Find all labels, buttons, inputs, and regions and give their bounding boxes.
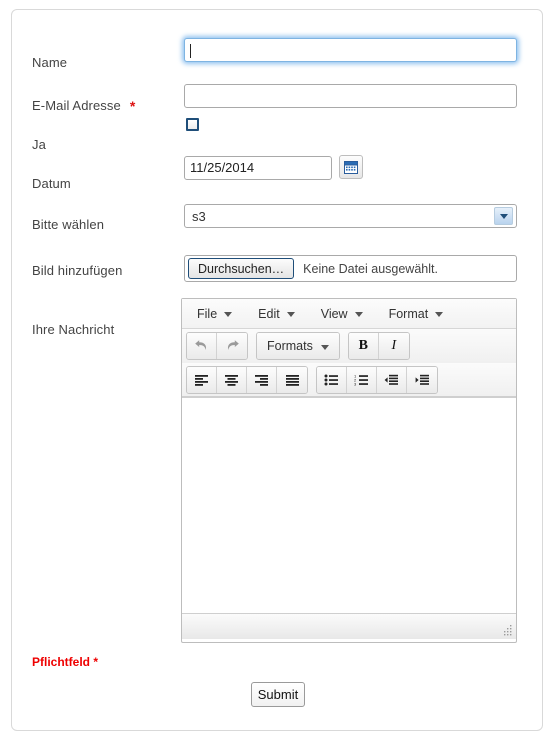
outdent-button[interactable] — [377, 366, 407, 393]
label-ja-text: Ja — [32, 137, 46, 152]
label-datum: Datum — [32, 176, 71, 191]
label-email-text: E-Mail Adresse — [32, 98, 121, 113]
calendar-button[interactable] — [339, 155, 363, 179]
chevron-down-icon — [224, 312, 233, 317]
indent-icon — [415, 374, 429, 385]
editor-toolbar-row-2: 1 2 3 — [182, 363, 516, 397]
label-datum-text: Datum — [32, 176, 71, 191]
chevron-down-icon — [499, 213, 508, 219]
label-email: E-Mail Adresse * — [32, 97, 136, 114]
richtext-editor: File Edit View Format Formats B I 1 2 3 — [181, 298, 517, 643]
select-selected-value: s3 — [192, 208, 206, 224]
date-input[interactable]: 11/25/2014 — [184, 156, 332, 180]
italic-button[interactable]: I — [378, 333, 409, 359]
svg-text:3: 3 — [354, 381, 357, 385]
history-button-group — [186, 332, 248, 360]
align-center-icon — [225, 374, 238, 386]
ja-checkbox[interactable] — [186, 118, 199, 131]
chevron-down-icon — [286, 312, 295, 317]
text-caret — [190, 44, 191, 58]
editor-toolbar-row-1: Formats B I — [182, 329, 516, 363]
menu-edit-label: Edit — [258, 306, 280, 321]
calendar-icon — [344, 161, 358, 174]
file-upload-field[interactable]: Durchsuchen… Keine Datei ausgewählt. — [184, 255, 517, 282]
browse-button[interactable]: Durchsuchen… — [188, 258, 295, 279]
select-arrow-button[interactable] — [494, 207, 513, 225]
date-input-value: 11/25/2014 — [190, 160, 255, 175]
resize-grip-icon[interactable] — [502, 625, 513, 636]
align-left-icon — [195, 374, 208, 386]
menu-view-label: View — [320, 306, 348, 321]
menu-edit[interactable]: Edit — [246, 301, 307, 327]
menu-file-label: File — [197, 306, 218, 321]
editor-menubar: File Edit View Format — [182, 299, 516, 329]
italic-icon: I — [391, 338, 397, 353]
numbered-list-button[interactable]: 1 2 3 — [347, 366, 377, 393]
align-left-button[interactable] — [187, 366, 217, 393]
formats-button-label: Formats — [267, 339, 313, 353]
text-style-button-group: B I — [347, 332, 410, 360]
required-asterisk: * — [129, 98, 136, 114]
form-page: Name E-Mail Adresse * Ja Datum 11/25/2014 — [0, 0, 555, 754]
bold-icon: B — [358, 338, 369, 353]
submit-button[interactable]: Submit — [251, 682, 305, 707]
form-panel: Name E-Mail Adresse * Ja Datum 11/25/2014 — [11, 9, 543, 731]
unordered-list-icon — [324, 374, 338, 385]
label-bitte-waehlen: Bitte wählen — [32, 217, 104, 232]
align-justify-icon — [285, 374, 299, 386]
align-right-button[interactable] — [247, 366, 277, 393]
formats-button[interactable]: Formats — [257, 333, 339, 359]
label-ja: Ja — [32, 137, 46, 152]
editor-content-area[interactable] — [182, 397, 516, 613]
redo-button[interactable] — [217, 333, 247, 359]
redo-icon — [227, 340, 239, 350]
label-bitte-waehlen-text: Bitte wählen — [32, 217, 105, 232]
label-ihre-nachricht: Ihre Nachricht — [32, 322, 114, 337]
alignment-button-group — [186, 365, 308, 394]
file-status-text: Keine Datei ausgewählt. — [303, 261, 438, 276]
list-button-group: 1 2 3 — [316, 365, 438, 394]
menu-file[interactable]: File — [185, 301, 244, 327]
label-name-text: Name — [32, 55, 68, 70]
chevron-down-icon — [354, 312, 363, 317]
align-center-button[interactable] — [217, 366, 247, 393]
select-dropdown[interactable]: s3 — [184, 204, 517, 228]
label-ihre-nachricht-text: Ihre Nachricht — [32, 322, 115, 337]
menu-format[interactable]: Format — [377, 301, 456, 327]
undo-icon — [195, 340, 207, 350]
label-name: Name — [32, 55, 67, 70]
label-bild-hinzufuegen-text: Bild hinzufügen — [32, 263, 123, 278]
formats-button-group: Formats — [256, 332, 340, 360]
name-input[interactable] — [184, 38, 517, 62]
chevron-down-icon — [435, 312, 444, 317]
align-right-icon — [255, 374, 268, 386]
chevron-down-icon — [320, 344, 329, 350]
menu-format-label: Format — [388, 306, 429, 321]
ordered-list-icon: 1 2 3 — [354, 374, 368, 386]
email-input[interactable] — [184, 84, 517, 108]
bold-button[interactable]: B — [348, 333, 379, 359]
menu-view[interactable]: View — [309, 301, 375, 327]
indent-button[interactable] — [407, 366, 437, 393]
editor-statusbar — [182, 613, 516, 639]
align-justify-button[interactable] — [277, 366, 307, 393]
required-field-note: Pflichtfeld * — [32, 655, 99, 669]
label-bild-hinzufuegen: Bild hinzufügen — [32, 263, 122, 278]
undo-button[interactable] — [187, 333, 217, 359]
bullet-list-button[interactable] — [317, 366, 347, 393]
outdent-icon — [384, 374, 398, 385]
